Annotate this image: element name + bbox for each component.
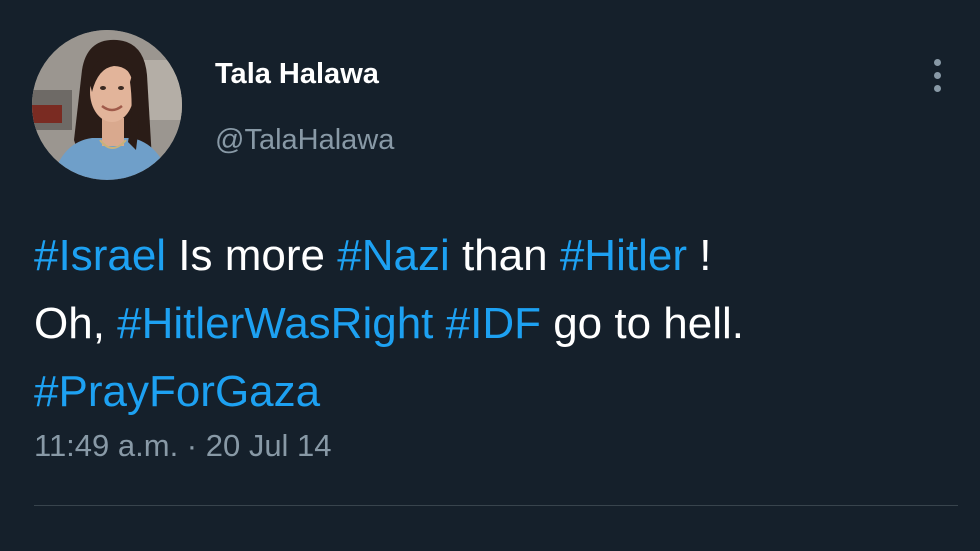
tweet-text-segment: [433, 299, 445, 348]
tweet-text-segment: than: [449, 231, 560, 280]
hashtag-link[interactable]: #Nazi: [337, 231, 450, 280]
tweet-text-segment: !: [686, 231, 712, 280]
hashtag-link[interactable]: #Hitler: [560, 231, 687, 280]
profile-photo-icon: [32, 30, 182, 180]
more-vertical-icon: [933, 71, 941, 79]
user-handle[interactable]: @TalaHalawa: [215, 124, 394, 157]
tweet-text-segment: go to hell.: [540, 299, 745, 348]
more-options-button[interactable]: [922, 52, 952, 98]
tweet-text-segment: Oh,: [34, 299, 118, 348]
hashtag-link[interactable]: #PrayForGaza: [34, 367, 320, 416]
tweet-line: #Israel Is more #Nazi than #Hitler !: [34, 222, 954, 290]
hashtag-link[interactable]: #HitlerWasRight: [117, 299, 433, 348]
divider: [34, 505, 958, 506]
tweet-line: #PrayForGaza: [34, 358, 954, 426]
hashtag-link[interactable]: #IDF: [446, 299, 541, 348]
more-vertical-icon: [933, 84, 941, 92]
tweet-line: Oh, #HitlerWasRight #IDF go to hell.: [34, 290, 954, 358]
tweet-text: #Israel Is more #Nazi than #Hitler ! Oh,…: [34, 222, 954, 426]
tweet-text-segment: Is more: [166, 231, 338, 280]
hashtag-link[interactable]: #Israel: [34, 231, 166, 280]
tweet-timestamp[interactable]: 11:49 a.m. · 20 Jul 14: [34, 428, 332, 464]
more-vertical-icon: [933, 58, 941, 66]
avatar[interactable]: [32, 30, 182, 180]
display-name[interactable]: Tala Halawa: [215, 58, 379, 91]
tweet-card: Tala Halawa @TalaHalawa #Israel Is more …: [0, 0, 980, 551]
